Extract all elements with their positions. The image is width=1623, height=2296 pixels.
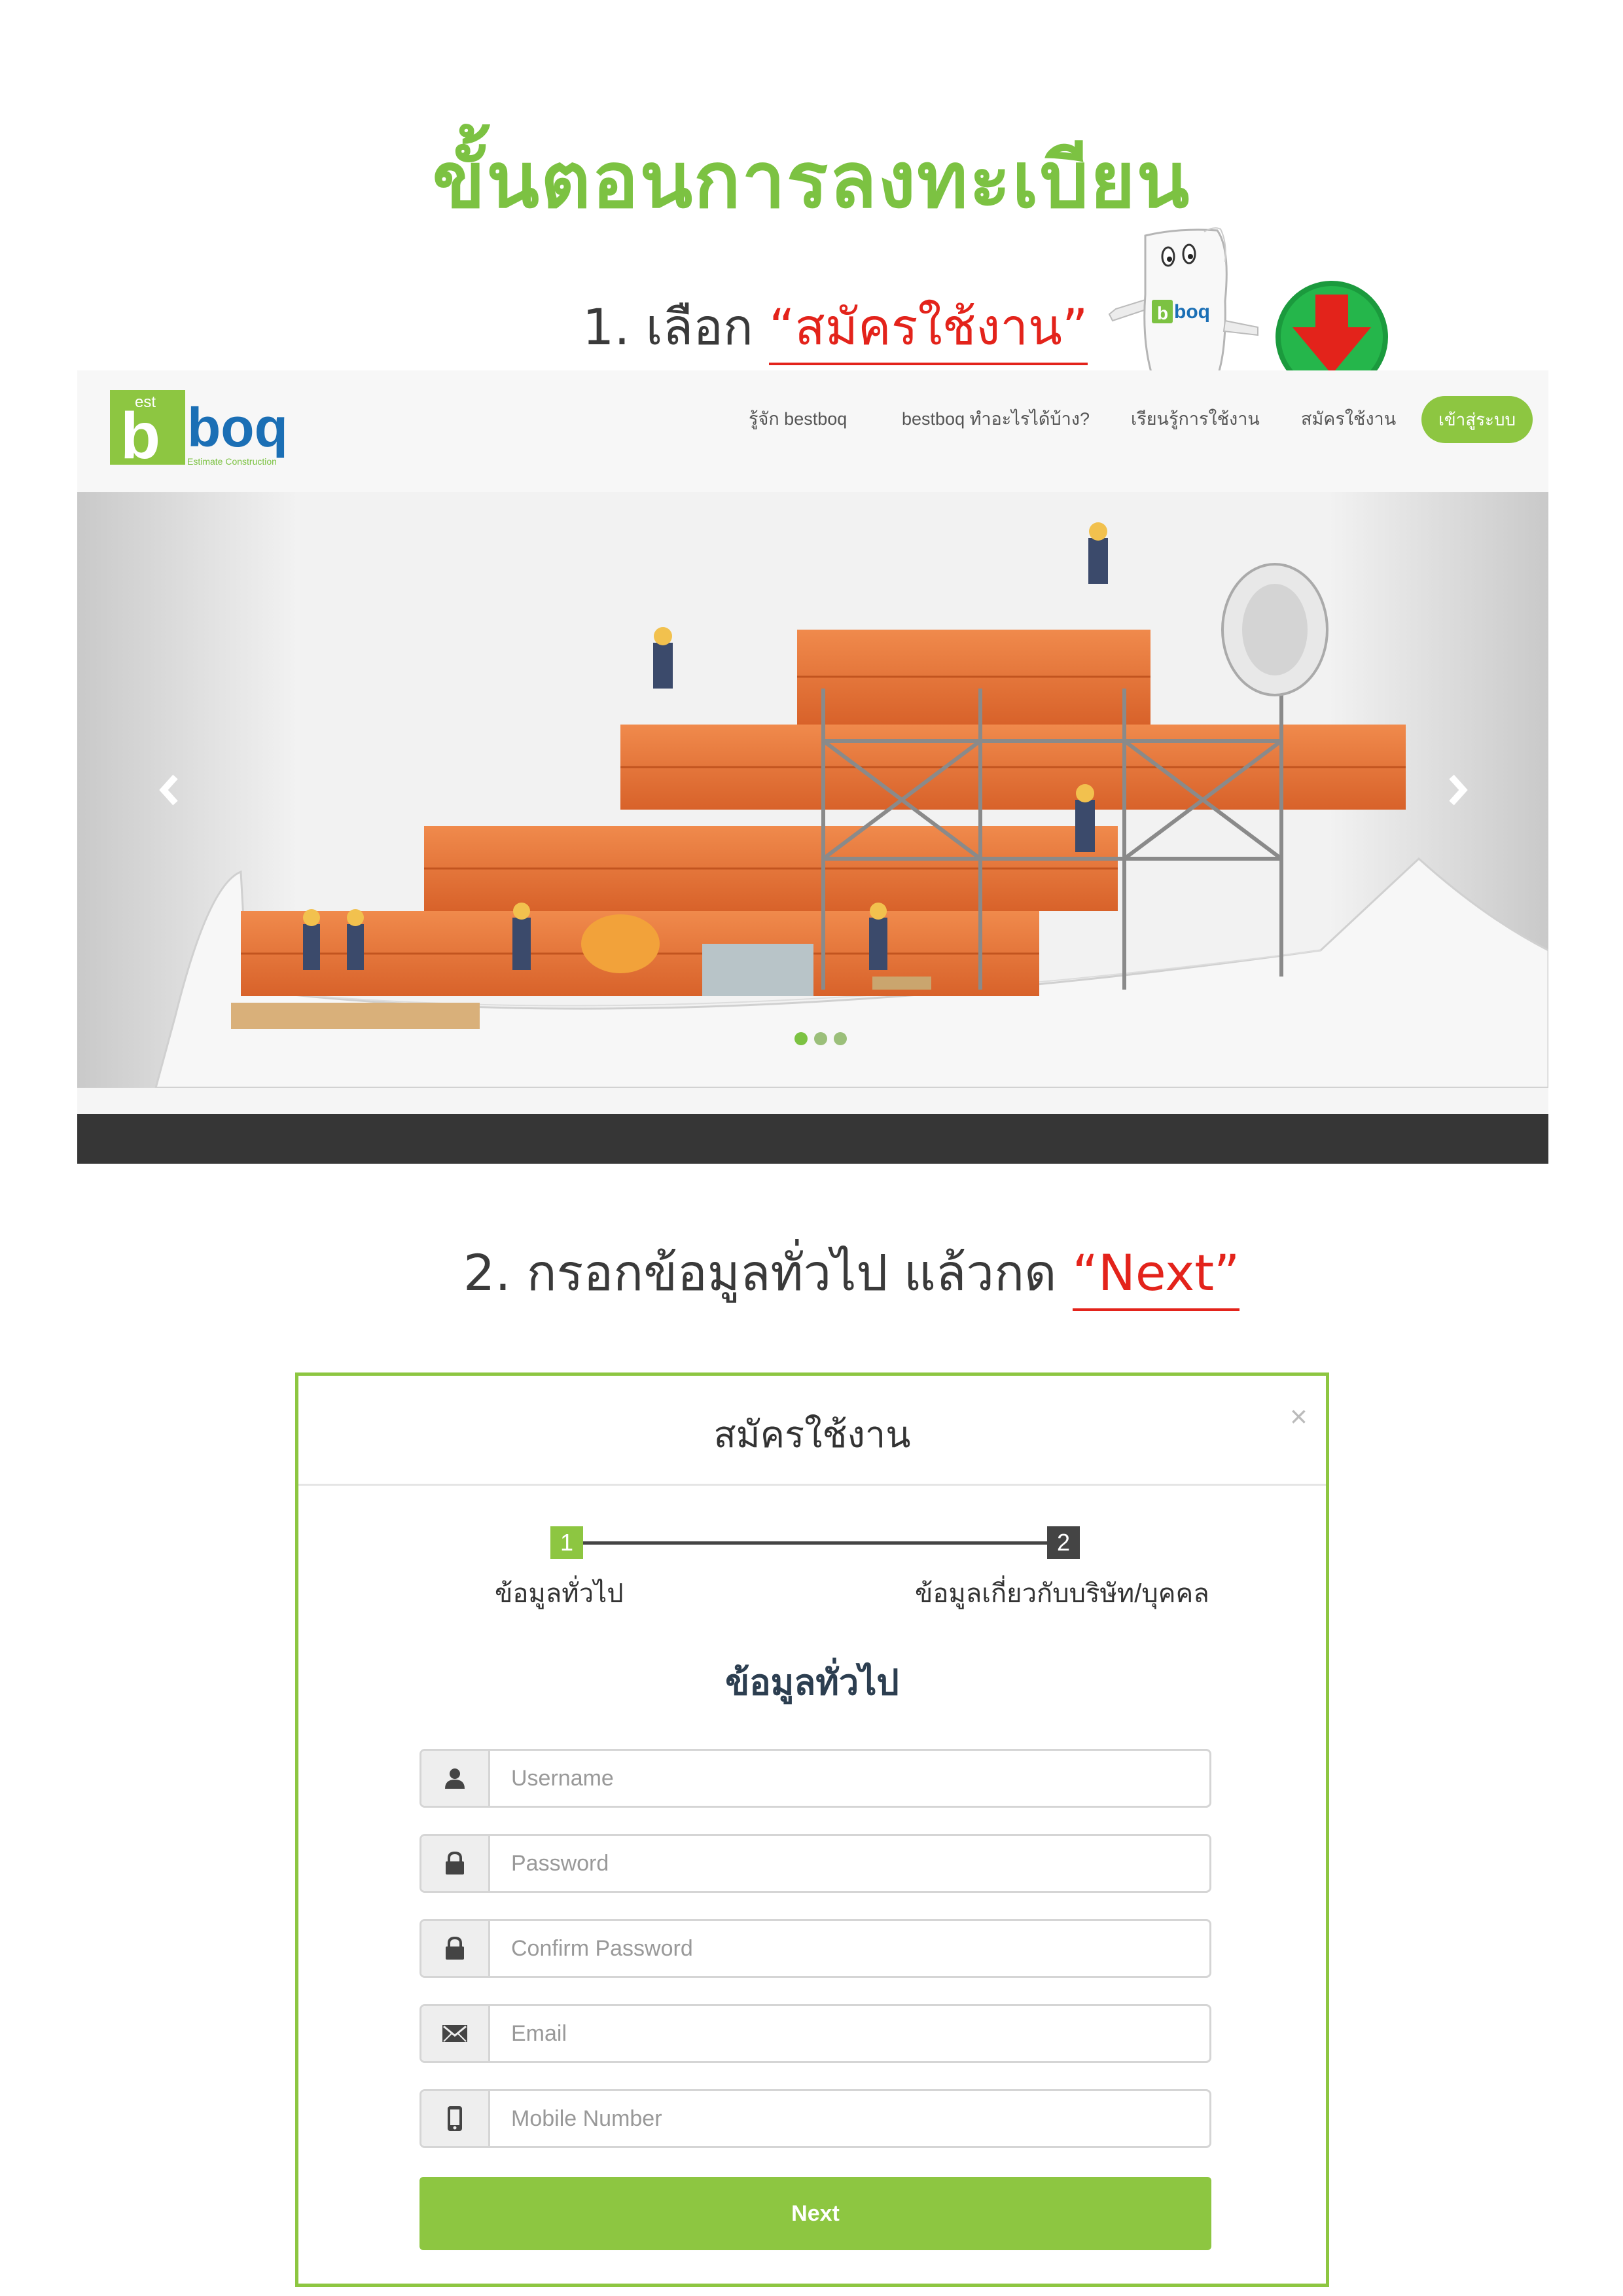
- section-title: ข้อมูลทั่วไป: [725, 1663, 899, 1702]
- modal-title: สมัครใช้งาน: [713, 1414, 911, 1455]
- login-button[interactable]: เข้าสู่ระบบ: [1421, 396, 1533, 443]
- register-modal: สมัครใช้งาน × 1 2 ข้อมูลทั่วไป ข้อมูลเกี…: [295, 1372, 1329, 2287]
- nav-item-about[interactable]: รู้จัก bestboq: [749, 404, 847, 433]
- username-field: [419, 1749, 1211, 1808]
- website-screenshot: est b boq Estimate Construction รู้จัก b…: [77, 370, 1548, 1164]
- carousel-dot: [834, 1032, 847, 1045]
- confirm-password-input[interactable]: [490, 1921, 1207, 1976]
- email-input[interactable]: [490, 2006, 1207, 2061]
- next-button[interactable]: Next: [419, 2177, 1211, 2250]
- svg-text:boq: boq: [187, 397, 288, 458]
- step1-heading: 1. เลือก “สมัครใช้งาน”: [582, 288, 1088, 367]
- carousel-dot: [814, 1032, 827, 1045]
- svg-text:boq: boq: [1174, 301, 1210, 323]
- svg-text:b: b: [120, 399, 160, 473]
- confirm-password-field: [419, 1919, 1211, 1978]
- mobile-number-input[interactable]: [490, 2091, 1207, 2146]
- step1-highlight: “สมัครใช้งาน”: [769, 298, 1088, 365]
- step-1-indicator: 1: [550, 1526, 583, 1559]
- modal-divider: [298, 1484, 1326, 1486]
- step2-heading: 2. กรอกข้อมูลทั่วไป แล้วกด “Next”: [463, 1234, 1240, 1312]
- nav-item-register[interactable]: สมัครใช้งาน: [1301, 404, 1396, 433]
- email-field: [419, 2004, 1211, 2063]
- step-2-label: ข้อมูลเกี่ยวกับบริษัท/บุคคล: [915, 1579, 1209, 1608]
- lock-icon: [421, 1921, 490, 1976]
- step-1-label: ข้อมูลทั่วไป: [495, 1579, 624, 1608]
- carousel-dot: [794, 1032, 808, 1045]
- user-icon: [421, 1751, 490, 1806]
- lock-icon: [421, 1836, 490, 1891]
- username-input[interactable]: [490, 1751, 1207, 1806]
- password-field: [419, 1834, 1211, 1893]
- phone-icon: [421, 2091, 490, 2146]
- nav-item-features[interactable]: bestboq ทำอะไรได้บ้าง?: [902, 404, 1090, 433]
- svg-text:b: b: [1157, 303, 1168, 323]
- close-icon[interactable]: ×: [1290, 1399, 1308, 1434]
- step-2-indicator: 2: [1047, 1526, 1080, 1559]
- nav-item-learn[interactable]: เรียนรู้การใช้งาน: [1131, 404, 1260, 433]
- site-navbar: est b boq Estimate Construction รู้จัก b…: [77, 370, 1548, 492]
- site-footer-bar: [77, 1114, 1548, 1164]
- bestboq-logo[interactable]: est b boq Estimate Construction: [110, 389, 306, 474]
- step-progress-line: [567, 1541, 1064, 1545]
- step2-prefix: 2. กรอกข้อมูลทั่วไป แล้วกด: [463, 1244, 1057, 1302]
- step2-highlight: “Next”: [1072, 1244, 1240, 1311]
- step1-prefix: 1. เลือก: [582, 298, 753, 356]
- password-input[interactable]: [490, 1836, 1207, 1891]
- hero-carousel: [77, 492, 1548, 1088]
- svg-text:Estimate Construction: Estimate Construction: [187, 456, 277, 467]
- mobile-field: [419, 2089, 1211, 2148]
- envelope-icon: [421, 2006, 490, 2061]
